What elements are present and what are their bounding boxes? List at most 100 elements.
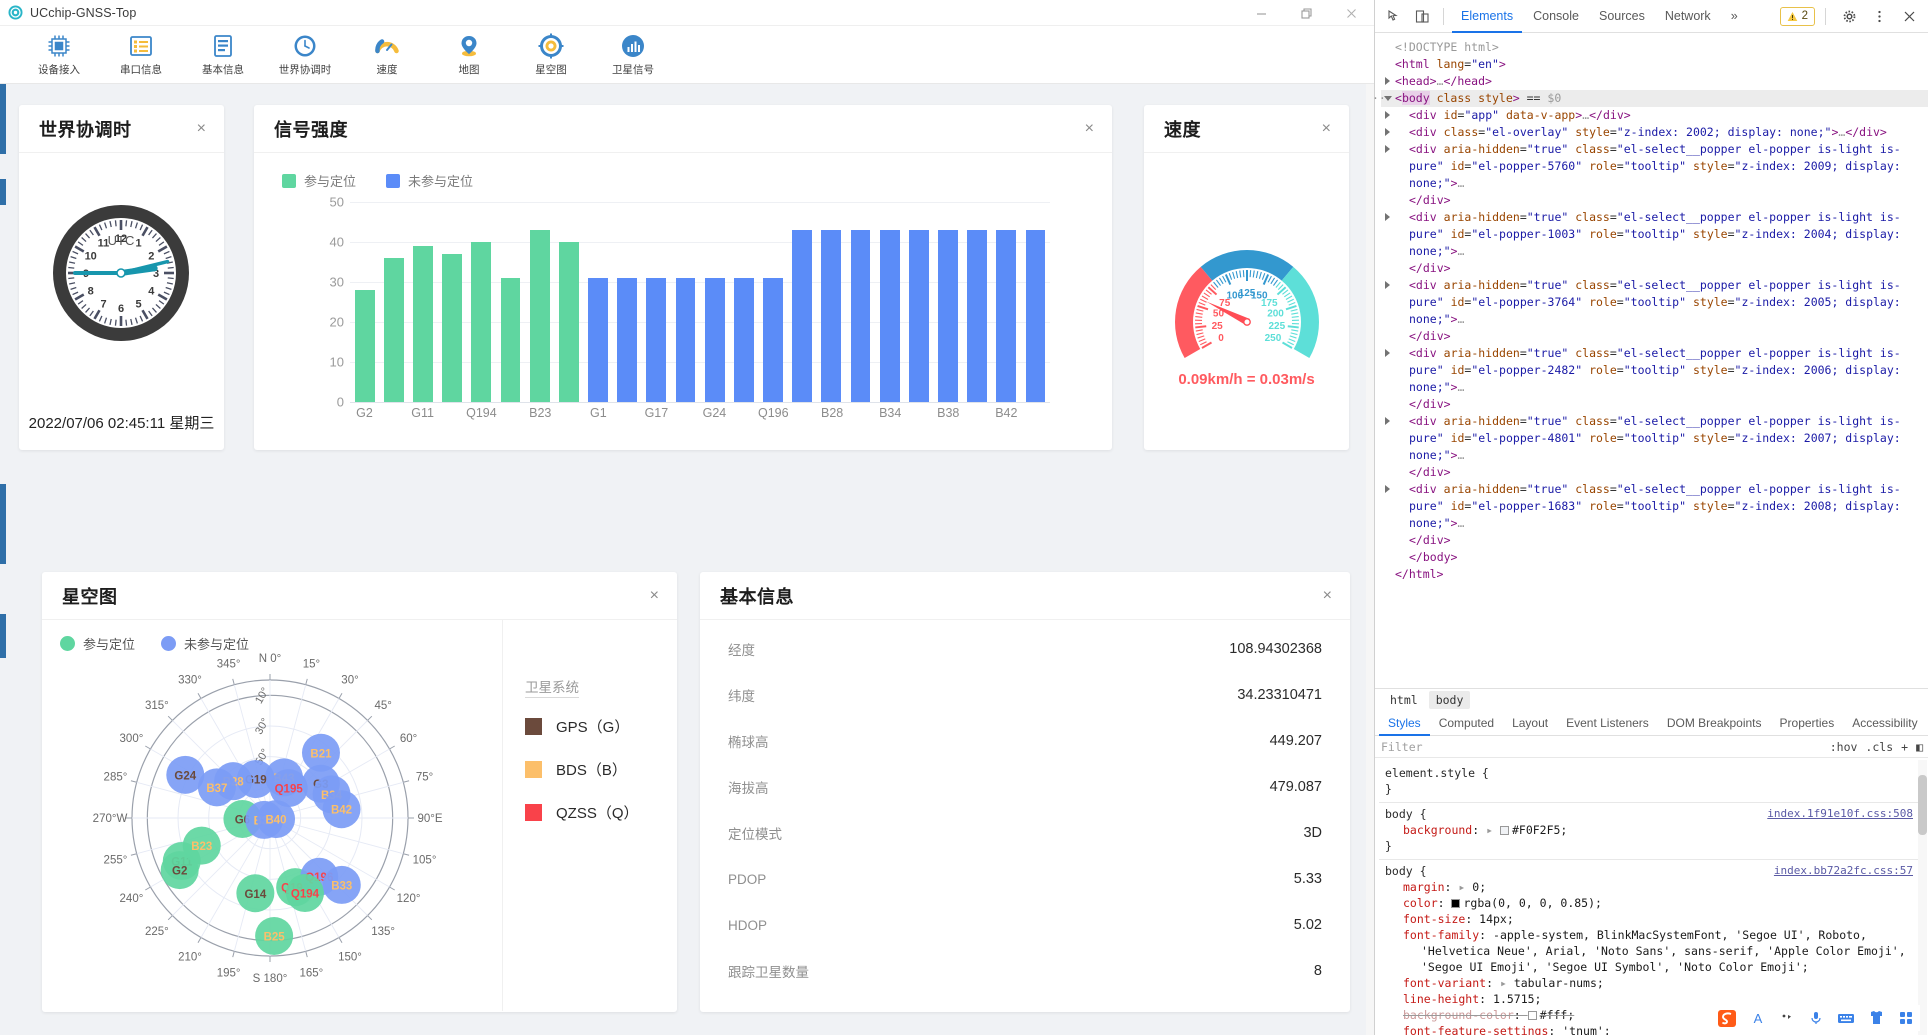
bar[interactable]	[792, 230, 813, 402]
toolbar-item-5[interactable]: 速度	[346, 27, 428, 83]
dom-line[interactable]: </div>	[1381, 192, 1928, 209]
close-icon[interactable]: ×	[1322, 120, 1331, 137]
breadcrumb-item[interactable]: body	[1428, 691, 1471, 709]
devtools-tab-Sources[interactable]: Sources	[1590, 0, 1654, 33]
declaration[interactable]: color: rgba(0, 0, 0, 0.85);	[1385, 895, 1915, 911]
bar[interactable]	[442, 254, 463, 402]
bar[interactable]	[1025, 230, 1046, 402]
close-icon[interactable]: ×	[650, 587, 659, 604]
close-button[interactable]	[1329, 0, 1374, 26]
bar[interactable]	[354, 290, 375, 402]
filter-input[interactable]: Filter	[1381, 740, 1822, 754]
satellite-marker[interactable]: B25	[255, 916, 294, 955]
satellite-marker[interactable]: G14	[236, 874, 275, 913]
satellite-marker[interactable]: B33	[322, 865, 361, 904]
rule-source-link[interactable]: index.1f91e10f.css:508	[1767, 806, 1913, 822]
styles-subtab-styles[interactable]: Styles	[1379, 711, 1430, 736]
declaration[interactable]: font-variant: ▸ tabular-nums;	[1385, 975, 1915, 991]
satellite-marker[interactable]: B23	[182, 826, 221, 865]
dom-line[interactable]: <head>…</head>	[1381, 73, 1928, 90]
legend-item-1[interactable]: 参与定位	[282, 171, 356, 190]
toolbar-item-1[interactable]: 设备接入	[18, 27, 100, 83]
close-icon[interactable]: ×	[1323, 587, 1332, 604]
dom-line[interactable]: ··· <body class style> == $0	[1372, 90, 1928, 107]
bar[interactable]	[908, 230, 929, 402]
close-icon[interactable]: ×	[197, 120, 206, 137]
microphone-icon[interactable]	[1808, 1010, 1824, 1026]
toolbar-item-8[interactable]: 卫星信号	[592, 27, 674, 83]
hov-toggle[interactable]: :hov	[1830, 740, 1858, 754]
close-icon[interactable]: ×	[1085, 120, 1094, 137]
device-toolbar-icon[interactable]	[1409, 3, 1435, 29]
add-rule-button[interactable]: +	[1901, 740, 1908, 754]
toolbar-item-6[interactable]: 地图	[428, 27, 510, 83]
bar[interactable]	[967, 230, 988, 402]
skin-icon[interactable]	[1868, 1010, 1885, 1026]
toggle-sidebar-icon[interactable]: ◧	[1916, 740, 1923, 754]
styles-subtab-event-listeners[interactable]: Event Listeners	[1557, 711, 1658, 736]
toolbar-item-3[interactable]: 基本信息	[182, 27, 264, 83]
dom-line[interactable]: </div>	[1381, 328, 1928, 345]
page-scrollbar[interactable]	[1366, 84, 1374, 1035]
rule-selector[interactable]: element.style {	[1385, 765, 1915, 781]
legend-item-2[interactable]: 未参与定位	[386, 171, 473, 190]
dom-line[interactable]: <div aria-hidden="true" class="el-select…	[1381, 413, 1928, 464]
close-devtools-icon[interactable]	[1896, 3, 1922, 29]
inspect-element-icon[interactable]	[1381, 3, 1407, 29]
bar[interactable]	[383, 258, 404, 402]
bar[interactable]	[471, 242, 492, 402]
devtools-tab-more[interactable]: »	[1722, 0, 1747, 33]
dom-line[interactable]: <div class="el-overlay" style="z-index: …	[1381, 124, 1928, 141]
dom-line[interactable]: <div aria-hidden="true" class="el-select…	[1381, 141, 1928, 192]
keyboard-icon[interactable]	[1837, 1010, 1855, 1026]
dom-line[interactable]: <div aria-hidden="true" class="el-select…	[1381, 277, 1928, 328]
dom-line[interactable]: <html lang="en">	[1381, 56, 1928, 73]
dom-line[interactable]: <div aria-hidden="true" class="el-select…	[1381, 481, 1928, 532]
devtools-tab-Elements[interactable]: Elements	[1452, 0, 1522, 33]
dom-line[interactable]: </div>	[1381, 464, 1928, 481]
styles-scrollbar-thumb[interactable]	[1918, 775, 1927, 835]
punctuation-icon[interactable]	[1779, 1010, 1795, 1026]
bar[interactable]	[821, 230, 842, 402]
bar[interactable]	[617, 278, 638, 402]
bar[interactable]	[413, 246, 433, 402]
toolbar-item-2[interactable]: 串口信息	[100, 27, 182, 83]
bar[interactable]	[879, 230, 900, 402]
bar[interactable]	[558, 242, 579, 402]
rule-source-link[interactable]: index.bb72a2fc.css:57	[1774, 863, 1913, 879]
bar[interactable]	[733, 278, 754, 402]
styles-subtab-accessibility[interactable]: Accessibility	[1843, 711, 1926, 736]
bar[interactable]	[850, 230, 871, 402]
sogou-logo-icon[interactable]	[1718, 1009, 1737, 1028]
maximize-button[interactable]	[1284, 0, 1329, 26]
dom-line[interactable]: </html>	[1381, 566, 1928, 583]
more-options-icon[interactable]	[1866, 3, 1892, 29]
warning-badge[interactable]: 2	[1779, 6, 1815, 26]
declaration[interactable]: font-family: -apple-system, BlinkMacSyst…	[1385, 927, 1915, 943]
bar[interactable]	[996, 230, 1017, 402]
satellite-marker[interactable]: Q194	[285, 874, 324, 913]
bar[interactable]	[675, 278, 696, 402]
breadcrumb-item[interactable]: html	[1383, 691, 1425, 709]
declaration[interactable]: font-size: 14px;	[1385, 911, 1915, 927]
toolbar-item-4[interactable]: 世界协调时	[264, 27, 346, 83]
minimize-button[interactable]	[1239, 0, 1284, 26]
satellite-marker[interactable]: B42	[322, 790, 361, 829]
styles-subtab-dom-breakpoints[interactable]: DOM Breakpoints	[1658, 711, 1771, 736]
apps-grid-icon[interactable]	[1898, 1010, 1914, 1026]
bar[interactable]	[763, 278, 783, 402]
cls-toggle[interactable]: .cls	[1865, 740, 1893, 754]
toolbar-item-7[interactable]: 星空图	[510, 27, 592, 83]
satellite-marker[interactable]: G24	[166, 755, 205, 794]
bar[interactable]	[646, 278, 667, 402]
devtools-tab-Network[interactable]: Network	[1656, 0, 1720, 33]
settings-gear-icon[interactable]	[1836, 3, 1862, 29]
bar[interactable]	[704, 278, 725, 402]
dom-line[interactable]: </div>	[1381, 396, 1928, 413]
language-A-icon[interactable]: A	[1750, 1010, 1766, 1026]
dom-line[interactable]: <div aria-hidden="true" class="el-select…	[1381, 209, 1928, 260]
bar[interactable]	[529, 230, 550, 402]
declaration[interactable]: background: ▸ #F0F2F5;	[1385, 822, 1915, 838]
declaration[interactable]: margin: ▸ 0;	[1385, 879, 1915, 895]
dom-line[interactable]: </div>	[1381, 532, 1928, 549]
